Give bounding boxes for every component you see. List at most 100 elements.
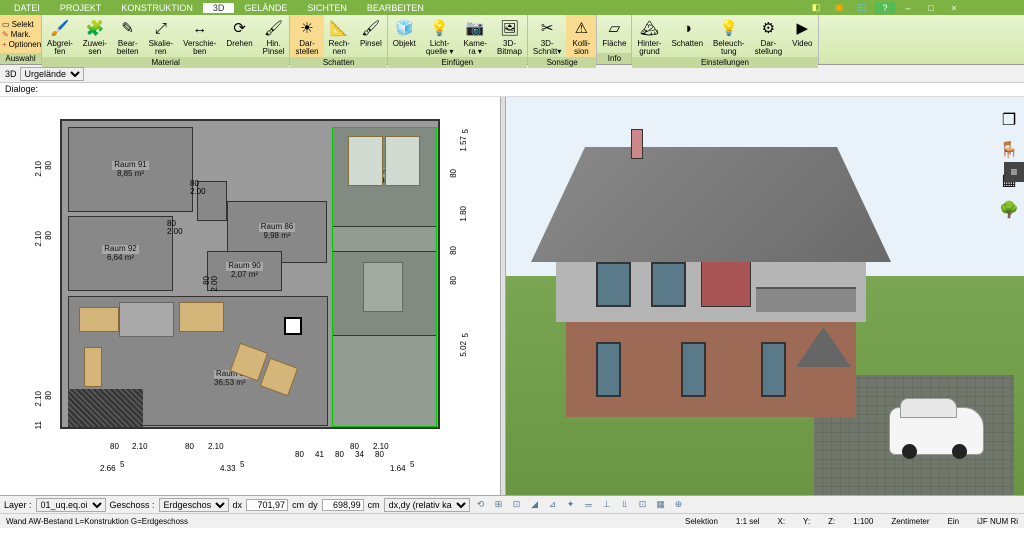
z-label: Z: [828, 517, 835, 526]
tool-icon[interactable]: ◱ [852, 2, 872, 14]
dy-input[interactable] [322, 499, 364, 511]
ribbon-label: Beleuch-tung [713, 40, 745, 56]
mark-button[interactable]: ✎Mark. [2, 30, 31, 39]
status-info: Wand AW-Bestand L=Konstruktion G=Erdgesc… [6, 517, 188, 526]
last-label: iJF NUM Ri [977, 517, 1018, 526]
ribbon-icon: ✎ [118, 18, 138, 38]
sb-icon[interactable]: ⊥ [600, 498, 614, 512]
layer-select2[interactable]: 01_uq.eq.oi [36, 498, 106, 512]
beleuchtung-button[interactable]: 💡Beleuch-tung [708, 15, 750, 57]
x-label: X: [777, 517, 785, 526]
video-button[interactable]: ▶Video [787, 15, 817, 57]
unit-cm: cm [292, 500, 304, 510]
schatten-settings-button[interactable]: ◑Schatten [666, 15, 708, 57]
ribbon-icon: 📐 [329, 18, 349, 38]
objekt-button[interactable]: 🧊Objekt [388, 15, 421, 57]
ribbon-icon: 🖌️ [50, 18, 70, 38]
ribbon-icon: 🧊 [394, 18, 414, 38]
hamburger-icon[interactable]: ≡ [1004, 162, 1024, 182]
menu-konstruktion[interactable]: KONSTRUKTION [111, 3, 203, 13]
optionen-button[interactable]: +Optionen [2, 40, 41, 49]
ribbon-icon: ▶ [792, 18, 812, 38]
close-icon[interactable]: × [944, 2, 964, 14]
menu-datei[interactable]: DATEI [4, 3, 50, 13]
ribbon-label: Licht-quelle ▾ [426, 40, 454, 56]
zuweisen-button[interactable]: 🧩Zuwei-sen [78, 15, 112, 57]
maximize-icon[interactable]: □ [921, 2, 941, 14]
bitmap3d-button[interactable]: 🖼3D-Bitmap [492, 15, 527, 57]
layer-select[interactable]: Urgelände [20, 67, 84, 81]
sb-icon[interactable]: ⊡ [636, 498, 650, 512]
coord-mode-select[interactable]: dx,dy (relativ ka [384, 498, 470, 512]
bearbeiten-button[interactable]: ✎Bear-beiten [112, 15, 144, 57]
geschoss-select[interactable]: Erdgeschos [159, 498, 229, 512]
ribbon-label: 3D-Schnitt▾ [533, 40, 561, 56]
minimize-icon[interactable]: – [898, 2, 918, 14]
sb-icon[interactable]: ▦ [654, 498, 668, 512]
menu-gelaende[interactable]: GELÄNDE [234, 3, 297, 13]
rechnen-button[interactable]: 📐 Rech-nen [324, 15, 355, 57]
lichtquelle-button[interactable]: 💡Licht-quelle ▾ [421, 15, 459, 57]
ribbon-label: Fläche [602, 40, 626, 48]
darstellen-button[interactable]: ☀Dar-stellen [290, 15, 323, 57]
sb-icon[interactable]: ✦ [564, 498, 578, 512]
ribbon-icon: ⚙ [758, 18, 778, 38]
group-schatten: Schatten [290, 57, 386, 68]
sb-icon[interactable]: ⊕ [672, 498, 686, 512]
car [889, 407, 984, 455]
ribbon-label: Pinsel [360, 40, 382, 48]
schnitt3d-button[interactable]: ✂3D-Schnitt▾ [528, 15, 566, 57]
menu-3d[interactable]: 3D [203, 3, 235, 13]
sb-icon[interactable]: ⊞ [492, 498, 506, 512]
ribbon-label: Abgrei-fen [47, 40, 73, 56]
skalieren-button[interactable]: ⤢Skalie-ren [144, 15, 178, 57]
tool-icon[interactable]: ▣ [829, 2, 849, 14]
menu-sichten[interactable]: SICHTEN [297, 3, 357, 13]
group-einfuegen: Einfügen [388, 57, 527, 68]
menu-projekt[interactable]: PROJEKT [50, 3, 112, 13]
room-92[interactable]: Raum 926,64 m² [68, 216, 173, 291]
sb-icon[interactable]: ⊡ [510, 498, 524, 512]
ribbon-label: Rech-nen [329, 40, 350, 56]
unit-cm2: cm [368, 500, 380, 510]
darstellung-button[interactable]: ⚙Dar-stellung [750, 15, 788, 57]
sb-icon[interactable]: ═ [582, 498, 596, 512]
mode-label: 3D [5, 69, 17, 79]
sb-icon[interactable]: ◢ [528, 498, 542, 512]
dx-input[interactable] [246, 499, 288, 511]
auswahl-label: Auswahl [0, 53, 41, 64]
pinsel-button[interactable]: 🖌 Pinsel [355, 15, 387, 57]
view-2d[interactable]: Raum 918,85 m² Raum 926,64 m² Raum 869,9… [0, 97, 500, 495]
menubar-right: ◧ ▣ ◱ ? – □ × [806, 2, 1024, 14]
cursor-icon: ▭ [2, 20, 10, 29]
dy-label: dy [308, 500, 318, 510]
hintergrund-button[interactable]: 🏔Hinter-grund [632, 15, 666, 57]
plus-icon: + [2, 40, 7, 49]
view-3d[interactable]: ❐ 🪑 ▦ 🌳 ≡ [506, 97, 1024, 495]
y-label: Y: [803, 517, 810, 526]
help-icon[interactable]: ? [875, 2, 895, 14]
workspace: Raum 918,85 m² Raum 926,64 m² Raum 869,9… [0, 97, 1024, 495]
ribbon-icon: 🖌 [361, 18, 381, 38]
kollision-button[interactable]: ⚠Kolli-sion [566, 15, 596, 57]
tool-icon[interactable]: ◧ [806, 2, 826, 14]
flaeche-button[interactable]: ▱Fläche [597, 15, 631, 53]
abgreifen-button[interactable]: 🖌️ Abgrei-fen [42, 15, 78, 57]
ribbon-icon: ⚠ [571, 18, 591, 38]
drehen-button[interactable]: ⟳Drehen [221, 15, 257, 57]
ribbon-icon: 🧩 [85, 18, 105, 38]
furniture-icon[interactable]: 🪑 [998, 139, 1020, 161]
sb-icon[interactable]: ⊿ [546, 498, 560, 512]
tree-icon[interactable]: 🌳 [998, 199, 1020, 221]
kamera-button[interactable]: 📷Kame-ra ▾ [458, 15, 492, 57]
sb-icon[interactable]: ⟲ [474, 498, 488, 512]
menu-bearbeiten[interactable]: BEARBEITEN [357, 3, 434, 13]
verschieben-button[interactable]: ↔Verschie-ben [178, 15, 221, 57]
selekt-button[interactable]: ▭Selekt [2, 20, 34, 29]
room-91[interactable]: Raum 918,85 m² [68, 127, 193, 212]
hin-pinsel-button[interactable]: 🖌Hin.Pinsel [258, 15, 290, 57]
layers-icon[interactable]: ❐ [998, 109, 1020, 131]
ribbon-icon: ☀ [297, 18, 317, 38]
sb-icon[interactable]: ⫫ [618, 498, 632, 512]
floorplan: Raum 918,85 m² Raum 926,64 m² Raum 869,9… [30, 111, 470, 481]
